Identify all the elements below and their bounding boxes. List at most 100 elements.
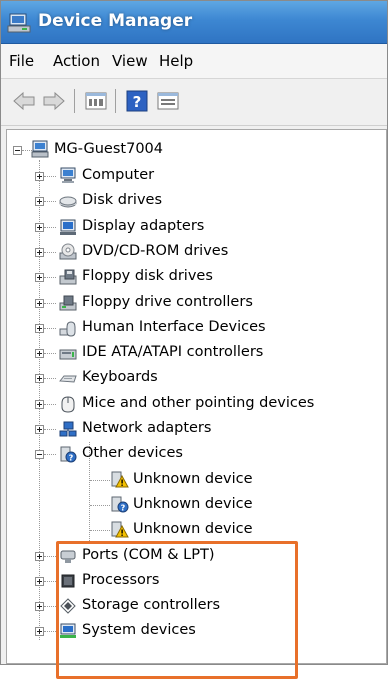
tree-guide-line bbox=[44, 176, 56, 178]
expand-toggle[interactable] bbox=[35, 425, 44, 434]
toolbar: ? bbox=[1, 79, 387, 126]
tree-guide-line bbox=[44, 403, 56, 406]
tree-category-label: Network adapters bbox=[82, 420, 212, 436]
tree-category-label: Display adapters bbox=[82, 217, 205, 234]
tree-category-label: Floppy drive controllers bbox=[82, 293, 253, 310]
tree-guide-line bbox=[90, 504, 110, 507]
tree-category-3[interactable]: DVD/CD-ROM drives bbox=[7, 240, 377, 265]
tree-guide-line bbox=[44, 302, 56, 305]
expand-toggle[interactable] bbox=[35, 247, 44, 257]
expand-toggle[interactable] bbox=[35, 222, 44, 232]
properties-icon[interactable] bbox=[83, 88, 109, 114]
tree-guide-line bbox=[44, 327, 56, 330]
tree-guide-line bbox=[44, 631, 56, 633]
expand-toggle[interactable] bbox=[35, 551, 44, 561]
tree-guide-line bbox=[44, 429, 56, 431]
device-tree[interactable]: MG-Guest7004 Computer Disk drives Display … bbox=[6, 129, 387, 679]
tree-guide-line bbox=[44, 251, 56, 254]
hid-icon bbox=[59, 321, 76, 337]
help-icon[interactable]: ? bbox=[124, 88, 150, 114]
keyboard-icon bbox=[59, 375, 77, 383]
tree-category-label: IDE ATA/ATAPI controllers bbox=[82, 344, 264, 361]
tree-category-0[interactable]: Computer bbox=[7, 164, 377, 189]
tree-category-5[interactable]: Floppy drive controllers bbox=[7, 291, 377, 316]
tree-guide-line bbox=[44, 580, 56, 583]
menu-file[interactable]: File bbox=[9, 52, 34, 70]
menu-help[interactable]: Help bbox=[159, 52, 193, 70]
tree-category-label: Mice and other pointing devices bbox=[82, 394, 315, 411]
back-arrow-icon[interactable] bbox=[11, 88, 37, 114]
tree-category-label: Floppy disk drives bbox=[82, 268, 213, 285]
tree-guide-line bbox=[44, 277, 56, 279]
tree-category-4[interactable]: Floppy disk drives bbox=[7, 265, 377, 290]
tree-category-label: Keyboards bbox=[82, 369, 158, 386]
expand-toggle[interactable] bbox=[35, 576, 44, 586]
expand-toggle[interactable] bbox=[35, 399, 44, 409]
expand-toggle[interactable] bbox=[35, 602, 44, 612]
svg-text:?: ? bbox=[133, 93, 142, 111]
tree-category-label: Other devices bbox=[82, 445, 183, 462]
expand-toggle[interactable] bbox=[35, 323, 44, 333]
toolbar-separator bbox=[74, 89, 75, 113]
window-title: Device Manager bbox=[38, 11, 193, 31]
menu-bar: File Action View Help bbox=[1, 44, 387, 79]
expand-toggle[interactable] bbox=[35, 374, 44, 384]
expand-toggle[interactable] bbox=[35, 197, 44, 207]
highlight-other-devices bbox=[56, 541, 298, 679]
collapse-toggle[interactable] bbox=[35, 450, 44, 460]
tree-guide-line bbox=[44, 353, 56, 355]
tree-child-unknown-device[interactable]: Unknown device bbox=[7, 468, 377, 493]
tree-root-node[interactable]: MG-Guest7004 bbox=[7, 138, 377, 163]
mouse-icon bbox=[61, 396, 75, 413]
expand-toggle[interactable] bbox=[35, 172, 44, 181]
tree-category-6[interactable]: Human Interface Devices bbox=[7, 316, 377, 341]
device-manager-app-icon bbox=[7, 13, 31, 33]
dvd-drive-icon bbox=[59, 243, 77, 260]
tree-root-label: MG-Guest7004 bbox=[54, 141, 163, 157]
tree-guide-line bbox=[44, 454, 56, 456]
display-adapter-icon bbox=[60, 219, 76, 235]
collapse-toggle[interactable] bbox=[13, 146, 22, 155]
device-manager-window: Device Manager File Action View Help ? M… bbox=[0, 0, 388, 679]
view-icon[interactable] bbox=[155, 88, 181, 114]
tree-category-8[interactable]: Keyboards bbox=[7, 366, 377, 391]
network-adapter-icon bbox=[59, 421, 77, 437]
forward-arrow-icon[interactable] bbox=[41, 88, 67, 114]
tree-category-label: Disk drives bbox=[82, 192, 163, 209]
floppy-drive-icon bbox=[59, 269, 77, 285]
tree-category-1[interactable]: Disk drives bbox=[7, 189, 377, 214]
tree-category-2[interactable]: Display adapters bbox=[7, 215, 377, 240]
unknown-device-question-icon: ? bbox=[111, 496, 129, 513]
unknown-device-icon: ? bbox=[60, 446, 77, 463]
tree-guide-line bbox=[90, 479, 110, 482]
tree-category-9[interactable]: Mice and other pointing devices bbox=[7, 392, 377, 417]
expand-toggle[interactable] bbox=[35, 627, 44, 637]
tree-child-label: Unknown device bbox=[133, 495, 253, 512]
unknown-device-warning-icon bbox=[111, 521, 129, 538]
menu-view[interactable]: View bbox=[112, 52, 148, 70]
expand-toggle[interactable] bbox=[35, 273, 44, 283]
tree-child-unknown-device[interactable]: Unknown device bbox=[7, 518, 377, 543]
title-bar[interactable]: Device Manager bbox=[1, 1, 387, 44]
tree-child-unknown-device[interactable]: ? Unknown device bbox=[7, 493, 377, 518]
menu-action[interactable]: Action bbox=[53, 52, 100, 70]
disk-drive-icon bbox=[59, 196, 77, 208]
expand-toggle[interactable] bbox=[35, 298, 44, 308]
computer-icon bbox=[31, 140, 49, 158]
tree-category-label: DVD/CD-ROM drives bbox=[82, 242, 229, 259]
ide-controller-icon bbox=[59, 349, 77, 360]
tree-category-label: Human Interface Devices bbox=[82, 318, 266, 335]
tree-guide-line bbox=[44, 201, 56, 203]
floppy-controller-icon bbox=[59, 295, 77, 310]
tree-category-10[interactable]: Network adapters bbox=[7, 417, 377, 442]
tree-guide-line bbox=[44, 555, 56, 558]
tree-guide-line bbox=[44, 378, 56, 380]
tree-category-11[interactable]: ? Other devices bbox=[7, 442, 377, 467]
unknown-device-warning-icon bbox=[111, 471, 129, 488]
tree-category-label: Computer bbox=[82, 167, 155, 183]
tree-category-7[interactable]: IDE ATA/ATAPI controllers bbox=[7, 341, 377, 366]
expand-toggle[interactable] bbox=[35, 349, 44, 359]
computer-icon bbox=[60, 167, 76, 183]
tree-guide-line bbox=[44, 606, 56, 608]
toolbar-separator bbox=[115, 89, 116, 113]
